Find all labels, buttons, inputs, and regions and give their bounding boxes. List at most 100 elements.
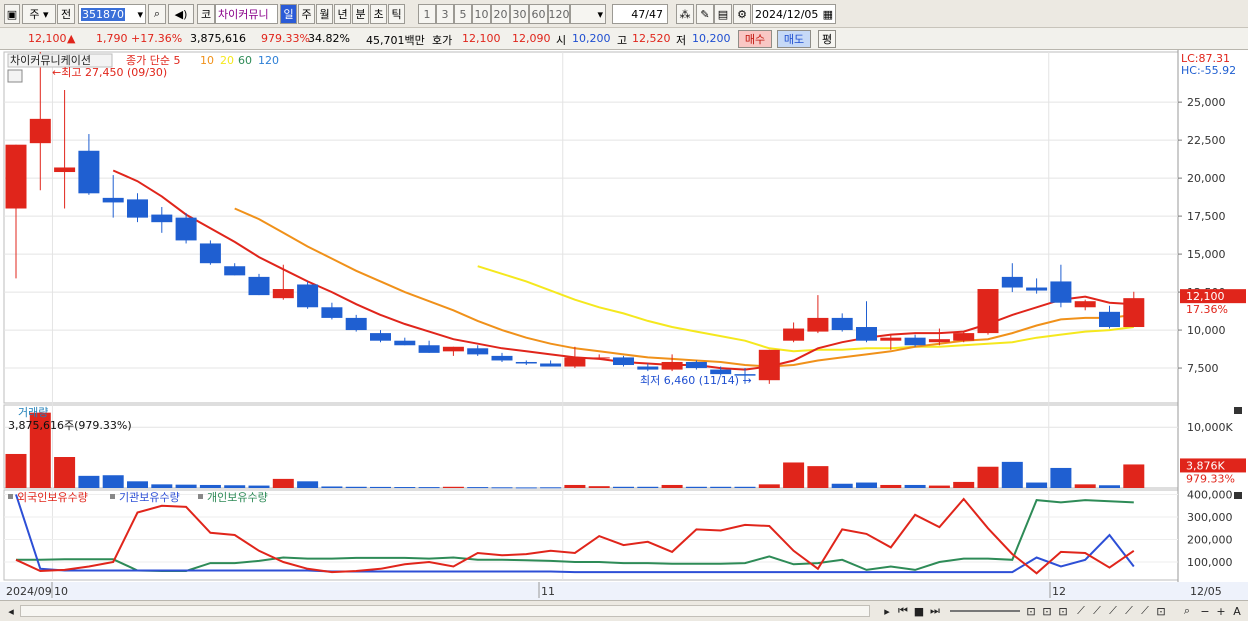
volume-bar xyxy=(807,466,829,488)
flat-button[interactable]: 평 xyxy=(818,30,836,48)
volume-bar xyxy=(1026,482,1048,488)
rewind-icon[interactable]: ⏮ xyxy=(896,604,910,618)
chart-navigation-bar: ◂ ▸ ⏮ ■ ⏭ ⊡ ⊡ ⊡ ⟋ ⟋ ⟋ ⟋ ⟋ ⊡ ⌕ − + A xyxy=(0,600,1248,621)
holdings-tick-label: 100,000 xyxy=(1187,556,1233,569)
candle-body xyxy=(418,345,440,353)
draw-line-icon[interactable]: ⟋ xyxy=(1074,604,1088,618)
scroll-right-icon[interactable]: ▸ xyxy=(880,604,894,618)
tool-icon-1[interactable]: ⊡ xyxy=(1024,604,1038,618)
candle-body xyxy=(807,317,829,332)
tool-icon-3[interactable]: ⊡ xyxy=(1056,604,1070,618)
save-icon[interactable]: ▤ xyxy=(714,4,732,24)
volume-bar xyxy=(491,487,513,489)
period-tab[interactable]: 년 xyxy=(334,4,351,24)
volume-bar xyxy=(758,484,780,488)
volume-bar xyxy=(467,487,489,489)
volume-bar xyxy=(102,475,124,488)
fast-forward-icon[interactable]: ⏭ xyxy=(928,604,942,618)
stock-chart[interactable]: 7,50010,00012,50015,00017,50020,00022,50… xyxy=(0,50,1248,600)
volume-bar xyxy=(272,478,294,488)
candle-body xyxy=(345,317,367,331)
date-field[interactable]: 2024/12/05 ▦ xyxy=(752,4,836,24)
candle-body xyxy=(904,337,926,346)
horizontal-scrollbar[interactable] xyxy=(20,605,870,617)
candle-body xyxy=(1026,287,1048,291)
volume-bar xyxy=(783,462,805,488)
x-tick-label: 10 xyxy=(54,585,68,598)
volume-bar xyxy=(515,487,537,489)
interval-button[interactable]: 3 xyxy=(436,4,454,24)
stock-name-field[interactable]: 차이커뮤니 xyxy=(215,4,278,24)
stock-name-value: 차이커뮤니 xyxy=(218,8,269,21)
buy-button[interactable]: 매수 xyxy=(738,30,772,48)
volume-bar xyxy=(418,487,440,489)
zoom-in-icon[interactable]: + xyxy=(1214,604,1228,618)
candle-body xyxy=(758,349,780,381)
close-panel-icon xyxy=(1234,492,1242,499)
period-tab[interactable]: 틱 xyxy=(388,4,405,24)
draw-trend-icon[interactable]: ⟋ xyxy=(1090,604,1104,618)
stock-code-input[interactable]: 351870 ▾ xyxy=(78,4,146,24)
sell-button[interactable]: 매도 xyxy=(777,30,811,48)
interval-button[interactable]: 60 xyxy=(529,4,548,24)
zoom-slider[interactable] xyxy=(950,610,1020,612)
period-tab[interactable]: 일 xyxy=(280,4,297,24)
draw-arc-icon[interactable]: ⟋ xyxy=(1138,604,1152,618)
candle-body xyxy=(5,144,27,209)
candle-body xyxy=(1099,311,1120,328)
low-annotation: 최저 6,460 (11/14) → xyxy=(640,374,752,387)
custom-interval-select[interactable]: ▾ xyxy=(570,4,606,24)
zoom-out-icon[interactable]: − xyxy=(1198,604,1212,618)
volume-bar xyxy=(540,487,562,489)
draw-shape-icon[interactable]: ⊡ xyxy=(1154,604,1168,618)
volume-bar xyxy=(856,482,877,488)
page-count-value: 47/47 xyxy=(631,7,663,21)
price-tick-label: 22,500 xyxy=(1187,134,1226,147)
interval-button[interactable]: 30 xyxy=(510,4,529,24)
period-tab[interactable]: 분 xyxy=(352,4,369,24)
candle-body xyxy=(783,328,805,341)
auto-scale-icon[interactable]: A xyxy=(1230,604,1244,618)
candle-body xyxy=(272,289,294,299)
trade-value: 45,701백만 xyxy=(366,34,425,47)
prev-button-label: 전 xyxy=(60,8,72,21)
draw-channel-icon[interactable]: ⟋ xyxy=(1106,604,1120,618)
high-price: 12,520 xyxy=(632,32,671,45)
market-short-button[interactable]: 코 xyxy=(197,4,215,24)
period-tab[interactable]: 월 xyxy=(316,4,333,24)
candle-body xyxy=(54,167,76,173)
search-icon[interactable]: ⌕ xyxy=(148,4,166,24)
link-icon[interactable]: ⁂ xyxy=(676,4,694,24)
price-tick-label: 17,500 xyxy=(1187,210,1226,223)
candle-body xyxy=(29,118,51,144)
window-menu-icon[interactable]: ▣ xyxy=(4,4,20,24)
sound-icon[interactable]: ◀) xyxy=(168,4,194,24)
interval-button[interactable]: 120 xyxy=(548,4,570,24)
candle-body xyxy=(394,340,416,346)
market-select[interactable]: 주 ▾ xyxy=(22,4,56,24)
candle-body xyxy=(928,339,950,343)
volume-bar xyxy=(151,484,173,488)
open-price: 10,200 xyxy=(572,32,611,45)
candle-body xyxy=(515,361,537,364)
settings-gear-icon[interactable]: ⚙ xyxy=(733,4,751,24)
draw-fib-icon[interactable]: ⟋ xyxy=(1122,604,1136,618)
candle-body xyxy=(856,327,877,341)
prev-button[interactable]: 전 xyxy=(57,4,75,24)
stop-icon[interactable]: ■ xyxy=(912,604,926,618)
interval-button[interactable]: 5 xyxy=(454,4,472,24)
interval-button[interactable]: 1 xyxy=(418,4,436,24)
draw-tool-icon[interactable]: ✎ xyxy=(696,4,714,24)
holdings-tick-label: 200,000 xyxy=(1187,534,1233,547)
holdings-tick-label: 300,000 xyxy=(1187,511,1233,524)
open-label: 시 xyxy=(556,34,567,47)
magnifier-icon[interactable]: ⌕ xyxy=(1180,604,1194,618)
interval-button[interactable]: 10 xyxy=(472,4,491,24)
interval-button[interactable]: 20 xyxy=(491,4,510,24)
period-tab[interactable]: 주 xyxy=(298,4,315,24)
x-tick-label: 12 xyxy=(1052,585,1066,598)
tool-icon-2[interactable]: ⊡ xyxy=(1040,604,1054,618)
scroll-left-icon[interactable]: ◂ xyxy=(4,604,18,618)
page-count-field[interactable]: 47/47 xyxy=(612,4,668,24)
period-tab[interactable]: 초 xyxy=(370,4,387,24)
